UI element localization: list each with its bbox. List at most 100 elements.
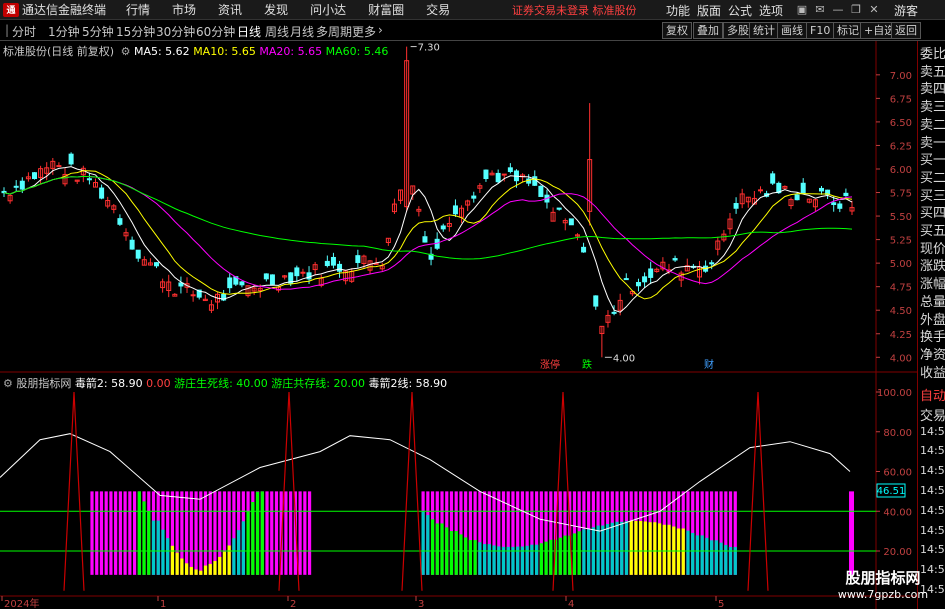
indicator-fill-bar: [648, 522, 652, 575]
candle-body: [324, 260, 330, 267]
indicator-current-bar: [849, 491, 854, 575]
candle-body: [263, 273, 269, 280]
indicator-fill-bar: [714, 540, 718, 575]
candle-body: [507, 167, 513, 173]
indicator-name[interactable]: 股朋指标网: [16, 377, 71, 390]
indicator-fill-bar: [246, 511, 250, 575]
candle-body: [135, 249, 141, 259]
quote-field-12: 涨跌: [920, 259, 945, 275]
indicator-gear-icon[interactable]: ⚙: [3, 377, 13, 390]
indicator-fill-bar: [605, 524, 610, 575]
indicator-fill-bar: [156, 520, 160, 575]
indicator-fill-bar: [535, 544, 539, 575]
price-tick-label: 5.00: [890, 259, 912, 270]
indicator-bar: [184, 491, 189, 575]
candle-body: [68, 153, 74, 165]
indicator-bar: [274, 491, 279, 575]
panel-bottom-item-2: 14:56: [920, 424, 945, 438]
price-tick-label: 6.25: [890, 141, 912, 152]
watermark-title: 股朋指标网: [845, 569, 921, 587]
indicator-value-dujian2-line: 毒箭2线: 58.90: [368, 377, 448, 390]
indicator-fill-bar: [478, 542, 482, 575]
indicator-tick-label: 40.00: [883, 507, 912, 518]
indicator-value-gongcun: 游庄共存线: 20.00: [271, 377, 365, 390]
indicator-bar: [128, 491, 132, 575]
indicator-fill-bar: [596, 525, 600, 575]
ma10-line: [3, 170, 853, 300]
indicator-fill-bar: [719, 542, 723, 575]
indicator-bar: [104, 491, 108, 575]
candle-body: [611, 311, 617, 314]
candle-body: [154, 262, 160, 267]
indicator-fill-bar: [175, 552, 179, 575]
ma60-label: MA60: 5.46: [325, 45, 389, 58]
quote-field-7: 买二: [920, 170, 945, 186]
candle-body: [794, 194, 800, 201]
indicator-fill-bar: [449, 531, 454, 575]
indicator-fill-bar: [199, 570, 203, 575]
candle-body: [800, 182, 806, 194]
candle-body: [642, 276, 648, 283]
indicator-bar: [289, 491, 293, 575]
candle-body: [501, 173, 507, 176]
indicator-fill-bar: [601, 525, 605, 575]
indicator-fill-bar: [421, 510, 425, 575]
indicator-fill-bar: [227, 545, 231, 575]
quote-field-10: 买五: [920, 224, 945, 239]
indicator-fill-bar: [639, 520, 643, 575]
quote-field-3: 卖三: [920, 100, 945, 116]
quote-field-16: 换手: [920, 330, 945, 346]
candle-body: [330, 256, 336, 266]
indicator-fill-bar: [170, 545, 175, 575]
settings-gear-icon[interactable]: ⚙: [121, 45, 131, 58]
price-tick-label: 5.75: [890, 189, 912, 200]
indicator-bar: [199, 491, 203, 575]
time-tick-label: 5: [718, 599, 724, 609]
indicator-fill-bar: [241, 521, 245, 575]
indicator-fill-bar: [705, 537, 709, 575]
indicator-fill-bar: [189, 566, 193, 575]
indicator-bar: [307, 491, 312, 575]
indicator-bar: [118, 491, 122, 575]
quote-field-5: 卖一: [920, 135, 945, 151]
panel-bottom-item-1[interactable]: 交易: [920, 405, 945, 424]
high-price-label: 7.30: [418, 43, 440, 54]
candle-body: [568, 218, 574, 226]
indicator-fill-bar: [624, 521, 629, 575]
candle-body: [227, 277, 233, 289]
indicator-fill-bar: [260, 491, 264, 575]
indicator-fill-bar: [151, 520, 156, 575]
candle-body: [648, 268, 654, 278]
candle-body: [422, 236, 428, 243]
quote-field-13: 涨幅: [920, 277, 945, 293]
candle-body: [770, 173, 776, 184]
indicator-fill-bar: [691, 532, 695, 575]
indicator-fill-bar: [184, 563, 189, 575]
indicator-fill-bar: [237, 530, 241, 575]
candle-body: [337, 263, 343, 272]
indicator-fill-bar: [251, 502, 255, 575]
indicator-fill-bar: [544, 541, 548, 575]
kline-chart[interactable]: 7.00 6.75 6.50 6.25 6.00 5.75 5.50 5.25 5.00 4.75…: [0, 0, 917, 609]
indicator-fill-bar: [213, 561, 217, 575]
indicator-fill-bar: [695, 535, 700, 575]
indicator-fill-bar: [147, 511, 151, 575]
indicator-fill-bar: [667, 524, 671, 575]
indicator-fill-bar: [620, 521, 624, 575]
indicator-bar: [303, 491, 307, 575]
indicator-bar: [123, 491, 127, 575]
candle-body: [581, 246, 587, 253]
candle-body: [471, 195, 477, 199]
indicator-fill-bar: [473, 540, 477, 575]
candle-body: [635, 281, 641, 287]
panel-bottom-item-8: 14:56: [920, 543, 945, 557]
panel-bottom-item-0[interactable]: 自动: [920, 385, 945, 404]
indicator-bar: [95, 491, 99, 575]
quote-field-4: 卖二: [920, 117, 945, 133]
indicator-tick-label: 20.00: [883, 547, 912, 558]
indicator-fill-bar: [435, 523, 439, 575]
price-tick-label: 5.50: [890, 212, 912, 223]
ma5-label: MA5: 5.62: [133, 45, 190, 58]
quote-field-15: 外盘: [920, 312, 945, 328]
quote-field-14: 总量: [920, 294, 945, 310]
